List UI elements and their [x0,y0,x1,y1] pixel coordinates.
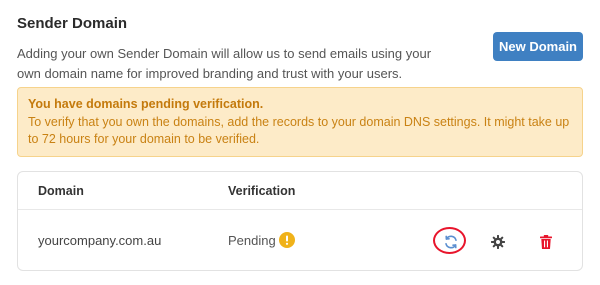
column-header-domain: Domain [38,184,84,198]
alert-title: You have domains pending verification. [28,97,264,111]
delete-domain-button[interactable] [532,228,560,256]
gear-icon [491,235,505,249]
verification-status: Pending [228,233,276,248]
domain-name: yourcompany.com.au [38,233,162,248]
domain-settings-button[interactable] [484,228,512,256]
warning-icon [279,232,295,248]
new-domain-button[interactable]: New Domain [493,32,583,61]
sender-domain-title: Sender Domain [17,15,128,32]
refresh-icon [445,235,457,249]
table-header-divider [18,209,582,210]
sender-domain-description: Adding your own Sender Domain will allow… [17,46,432,81]
column-header-verification: Verification [228,184,296,198]
alert-body: To verify that you own the domains, add … [28,114,570,147]
trash-icon [540,235,552,249]
refresh-verification-button[interactable] [437,228,465,256]
pending-verification-alert: You have domains pending verification. T… [17,87,583,157]
domains-table: Domain Verification yourcompany.com.au P… [17,171,583,271]
